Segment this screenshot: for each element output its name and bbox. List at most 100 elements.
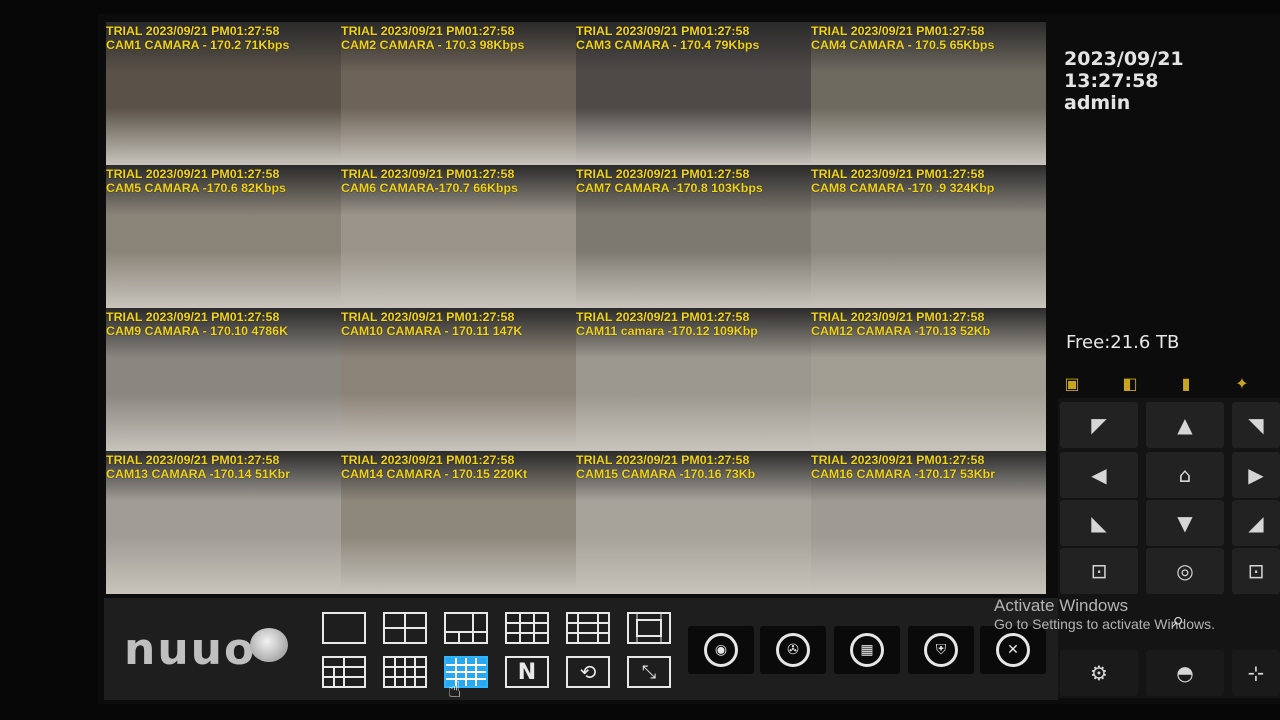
camera-tile-15[interactable]: TRIAL 2023/09/21 PM01:27:58 CAM15 CAMARA … xyxy=(576,451,811,594)
arrow-up-right-icon: ◥ xyxy=(1248,413,1264,437)
layout-n-label: N xyxy=(517,659,537,685)
monitor-status-icon: ▣ xyxy=(1064,374,1080,393)
camera-tile-7[interactable]: TRIAL 2023/09/21 PM01:27:58 CAM7 CAMARA -… xyxy=(576,165,811,308)
camera-caption: TRIAL 2023/09/21 PM01:27:58 CAM6 CAMARA-1… xyxy=(341,167,576,195)
camera-timestamp: TRIAL 2023/09/21 PM01:27:58 xyxy=(576,167,750,181)
layout-16-alt-button[interactable] xyxy=(383,656,427,688)
grid-13-icon xyxy=(636,614,662,642)
logo-dot xyxy=(250,628,288,662)
grid-10-icon xyxy=(568,614,608,642)
gear-icon: ⚙ xyxy=(1090,661,1108,685)
expand-arrows-icon: ⤡ xyxy=(641,661,657,683)
ptz-down-button[interactable]: ▼ xyxy=(1146,500,1224,546)
camera-timestamp: TRIAL 2023/09/21 PM01:27:58 xyxy=(811,24,985,38)
camera-caption: TRIAL 2023/09/21 PM01:27:58 CAM12 CAMARA … xyxy=(811,310,1046,338)
camera-tile-16[interactable]: TRIAL 2023/09/21 PM01:27:58 CAM16 CAMARA … xyxy=(811,451,1046,594)
camera-label: CAM15 CAMARA -170.16 73Kb xyxy=(576,467,756,481)
camera-timestamp: TRIAL 2023/09/21 PM01:27:58 xyxy=(341,167,515,181)
ptz-down-right-button[interactable]: ◢ xyxy=(1232,500,1280,546)
focus-near-button[interactable]: ⊡ xyxy=(1060,548,1138,594)
camera-tile-9[interactable]: TRIAL 2023/09/21 PM01:27:58 CAM9 CAMARA -… xyxy=(106,308,341,451)
schedule-button[interactable]: ▦ xyxy=(834,626,900,674)
grid-16-alt-icon xyxy=(385,658,425,686)
camera-caption: TRIAL 2023/09/21 PM01:27:58 CAM10 CAMARA … xyxy=(341,310,576,338)
camera-timestamp: TRIAL 2023/09/21 PM01:27:58 xyxy=(576,310,750,324)
security-button[interactable]: ⛨ xyxy=(908,626,974,674)
settings-button[interactable]: ⚙ xyxy=(1060,650,1138,696)
camera-tile-2[interactable]: TRIAL 2023/09/21 PM01:27:58 CAM2 CAMARA -… xyxy=(341,22,576,165)
grid-4-icon xyxy=(385,614,425,642)
camera-tile-8[interactable]: TRIAL 2023/09/21 PM01:27:58 CAM8 CAMARA -… xyxy=(811,165,1046,308)
camera-tile-3[interactable]: TRIAL 2023/09/21 PM01:27:58 CAM3 CAMARA -… xyxy=(576,22,811,165)
arrow-up-left-icon: ◤ xyxy=(1091,413,1107,437)
camera-caption: TRIAL 2023/09/21 PM01:27:58 CAM9 CAMARA -… xyxy=(106,310,341,338)
status-time: 13:27:58 xyxy=(1064,70,1159,92)
ptz-up-button[interactable]: ▲ xyxy=(1146,402,1224,448)
record-button[interactable]: ◉ xyxy=(688,626,754,674)
camera-caption: TRIAL 2023/09/21 PM01:27:58 CAM2 CAMARA -… xyxy=(341,24,576,52)
focus-ring-icon: ◎ xyxy=(1176,559,1194,583)
auto-rotate-button[interactable]: ⟲ xyxy=(566,656,610,688)
ptz-home-button[interactable]: ⌂ xyxy=(1146,452,1224,498)
camera-timestamp: TRIAL 2023/09/21 PM01:27:58 xyxy=(106,24,280,38)
fullscreen-button[interactable]: ⤡ xyxy=(627,656,671,688)
layout-13-button[interactable] xyxy=(627,612,671,644)
zoom-search-icon: ⌕ xyxy=(1172,608,1185,633)
focus-extra-button[interactable]: ⊡ xyxy=(1232,548,1280,594)
layout-1-button[interactable] xyxy=(322,612,366,644)
camera-timestamp: TRIAL 2023/09/21 PM01:27:58 xyxy=(576,24,750,38)
camera-tile-4[interactable]: TRIAL 2023/09/21 PM01:27:58 CAM4 CAMARA -… xyxy=(811,22,1046,165)
camera-tile-6[interactable]: TRIAL 2023/09/21 PM01:27:58 CAM6 CAMARA-1… xyxy=(341,165,576,308)
layout-4-button[interactable] xyxy=(383,612,427,644)
camera-timestamp: TRIAL 2023/09/21 PM01:27:58 xyxy=(341,310,515,324)
ptz-up-left-button[interactable]: ◤ xyxy=(1060,402,1138,448)
arrow-up-icon: ▲ xyxy=(1177,413,1193,437)
home-icon: ⌂ xyxy=(1178,463,1192,487)
speaker-status-icon: ◧ xyxy=(1122,374,1138,393)
ptz-up-right-button[interactable]: ◥ xyxy=(1232,402,1280,448)
layout-10-button[interactable] xyxy=(566,612,610,644)
focus-far-button[interactable]: ◎ xyxy=(1146,548,1224,594)
film-reel-icon: ✇ xyxy=(776,633,810,667)
layout-8-button[interactable] xyxy=(322,656,366,688)
pointer-button[interactable]: ⊹ xyxy=(1232,650,1280,696)
dome-camera-icon: ◓ xyxy=(1176,661,1194,685)
ptz-right-button[interactable]: ▶ xyxy=(1232,452,1280,498)
focus-icon: ⊡ xyxy=(1090,559,1108,583)
arrow-right-icon: ▶ xyxy=(1248,463,1264,487)
layout-6-button[interactable] xyxy=(444,612,488,644)
camera-tile-10[interactable]: TRIAL 2023/09/21 PM01:27:58 CAM10 CAMARA … xyxy=(341,308,576,451)
status-date: 2023/09/21 xyxy=(1064,48,1184,70)
camera-caption: TRIAL 2023/09/21 PM01:27:58 CAM7 CAMARA -… xyxy=(576,167,811,195)
ptz-down-left-button[interactable]: ◣ xyxy=(1060,500,1138,546)
camera-label: CAM9 CAMARA - 170.10 4786K xyxy=(106,324,289,338)
camera-label: CAM7 CAMARA -170.8 103Kbps xyxy=(576,181,763,195)
camera-tile-12[interactable]: TRIAL 2023/09/21 PM01:27:58 CAM12 CAMARA … xyxy=(811,308,1046,451)
camera-tile-13[interactable]: TRIAL 2023/09/21 PM01:27:58 CAM13 CAMARA … xyxy=(106,451,341,594)
ptz-camera-button[interactable]: ◓ xyxy=(1146,650,1224,696)
camera-tile-14[interactable]: TRIAL 2023/09/21 PM01:27:58 CAM14 CAMARA … xyxy=(341,451,576,594)
grid-9-icon xyxy=(507,614,547,642)
tools-button[interactable]: ✕ xyxy=(980,626,1046,674)
camera-label: CAM6 CAMARA-170.7 66Kbps xyxy=(341,181,518,195)
ptz-left-button[interactable]: ◀ xyxy=(1060,452,1138,498)
camera-caption: TRIAL 2023/09/21 PM01:27:58 CAM8 CAMARA -… xyxy=(811,167,1046,195)
playback-button[interactable]: ✇ xyxy=(760,626,826,674)
free-space-label: Free:21.6 TB xyxy=(1066,332,1180,353)
grid-8-icon xyxy=(324,658,364,686)
nuuo-logo: nuuo xyxy=(124,624,257,675)
camera-tile-11[interactable]: TRIAL 2023/09/21 PM01:27:58 CAM11 camara … xyxy=(576,308,811,451)
camera-timestamp: TRIAL 2023/09/21 PM01:27:58 xyxy=(106,167,280,181)
camera-timestamp: TRIAL 2023/09/21 PM01:27:58 xyxy=(811,167,985,181)
camera-label: CAM10 CAMARA - 170.11 147K xyxy=(341,324,523,338)
camera-label: CAM4 CAMARA - 170.5 65Kbps xyxy=(811,38,995,52)
pointer-icon: ⊹ xyxy=(1247,661,1265,685)
camera-caption: TRIAL 2023/09/21 PM01:27:58 CAM11 camara … xyxy=(576,310,811,338)
arrow-down-right-icon: ◢ xyxy=(1248,511,1264,535)
layout-9-button[interactable] xyxy=(505,612,549,644)
camera-tile-1[interactable]: TRIAL 2023/09/21 PM01:27:58 CAM1 CAMARA -… xyxy=(106,22,341,165)
camera-tile-5[interactable]: TRIAL 2023/09/21 PM01:27:58 CAM5 CAMARA -… xyxy=(106,165,341,308)
layout-N-button[interactable]: N xyxy=(505,656,549,688)
camera-caption: TRIAL 2023/09/21 PM01:27:58 CAM4 CAMARA -… xyxy=(811,24,1046,52)
hand-cursor-icon: ☝ xyxy=(448,678,462,703)
